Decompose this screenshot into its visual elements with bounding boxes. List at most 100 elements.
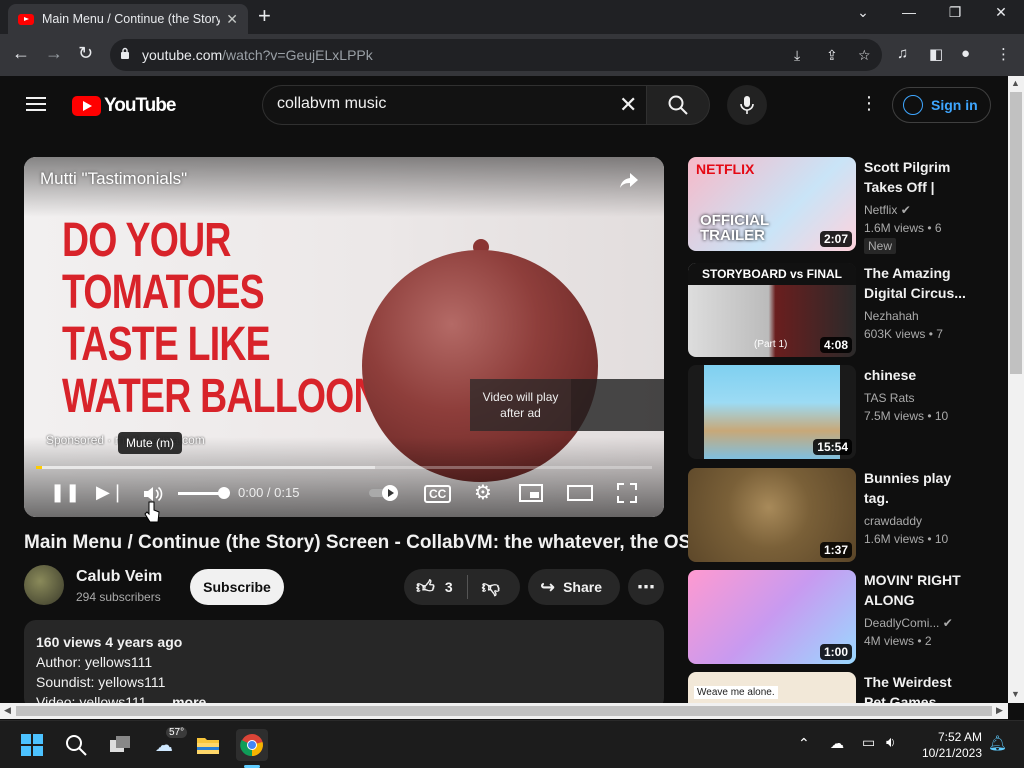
autoplay-toggle-icon[interactable]: [368, 484, 402, 502]
recommendation-thumbnail[interactable]: 1:00: [688, 570, 856, 664]
restore-button[interactable]: ❐: [940, 4, 970, 21]
file-explorer-button[interactable]: [192, 729, 224, 761]
thumb-text: STORYBOARD vs FINAL: [688, 263, 856, 285]
forward-icon[interactable]: →: [45, 43, 63, 64]
like-icon[interactable]: 👍︎: [416, 576, 435, 598]
tab-search-icon[interactable]: ⌄: [848, 4, 878, 21]
search-input[interactable]: [277, 95, 607, 113]
install-icon[interactable]: ⤓: [794, 47, 800, 64]
search-box: ✕: [262, 85, 646, 125]
ad-title[interactable]: Mutti "Tastimonials": [40, 169, 187, 189]
channel-name[interactable]: Calub Veim: [76, 568, 162, 586]
settings-gear-icon[interactable]: ⚙: [474, 480, 492, 505]
show-hidden-icons-icon[interactable]: ⌃: [798, 735, 810, 752]
recommendation-item[interactable]: NETFLIX OFFICIAL TRAILER 2:07 Scott Pilg…: [688, 157, 988, 254]
video-title: Main Menu / Continue (the Story) Screen …: [24, 532, 703, 553]
recommendation-title: Scott Pilgrim Takes Off |: [864, 159, 951, 195]
recommendation-thumbnail[interactable]: Weave me alone.: [688, 672, 856, 703]
start-button[interactable]: [16, 729, 48, 761]
share-button[interactable]: ↪ Share: [528, 569, 620, 605]
recommendation-thumbnail[interactable]: 15:54: [688, 365, 856, 459]
speaker-icon[interactable]: 🔉︎: [886, 734, 895, 751]
channel-avatar[interactable]: [24, 565, 64, 605]
captions-icon[interactable]: CC: [424, 485, 452, 503]
theater-mode-icon[interactable]: [567, 485, 593, 501]
scroll-right-icon[interactable]: ▶: [996, 705, 1003, 716]
recommendation-title: chinese: [864, 367, 917, 383]
minimize-button[interactable]: —: [894, 4, 924, 20]
description-line: Author: yellows111: [36, 654, 153, 670]
duration-badge: 1:37: [819, 542, 852, 558]
clock[interactable]: 7:52 AM 10/21/2023: [906, 729, 982, 761]
recommendation-item[interactable]: 1:00 MOVIN' RIGHT ALONG DeadlyComi... ✔ …: [688, 570, 988, 664]
channel-text: Netflix: [864, 203, 898, 217]
channel-text: DeadlyComi...: [864, 616, 940, 630]
onedrive-icon[interactable]: ☁: [830, 735, 844, 752]
bookmark-star-icon[interactable]: ☆: [858, 47, 871, 64]
account-icon: [903, 95, 923, 115]
back-icon[interactable]: ←: [12, 43, 30, 64]
recommendation-item[interactable]: 15:54 chinese TAS Rats 7.5M views • 10: [688, 365, 988, 459]
new-tab-button[interactable]: +: [258, 3, 271, 29]
recommendation-item[interactable]: STORYBOARD vs FINAL (Part 1) 4:08 The Am…: [688, 263, 988, 357]
miniplayer-icon[interactable]: [519, 484, 543, 502]
recommendation-meta: 7.5M views • 10: [864, 409, 949, 423]
chrome-icon: [240, 734, 263, 757]
media-control-icon[interactable]: ♫: [897, 45, 908, 62]
volume-knob[interactable]: [218, 487, 230, 499]
chrome-taskbar-button[interactable]: [236, 729, 268, 761]
dislike-icon[interactable]: 👎︎: [482, 576, 500, 598]
vertical-scroll-thumb[interactable]: [1010, 92, 1022, 374]
horizontal-scroll-thumb[interactable]: [16, 706, 992, 716]
close-window-button[interactable]: ✕: [986, 4, 1016, 21]
subscribe-button[interactable]: Subscribe: [190, 569, 284, 605]
recommendation-item[interactable]: Weave me alone. The Weirdest Pet Games: [688, 672, 988, 703]
video-player[interactable]: DO YOUR TOMATOES TASTE LIKE WATER BALLOO…: [24, 157, 664, 517]
youtube-header: YouTube ✕ ⋮ Sign in: [0, 76, 1008, 132]
recommendation-meta: 603K views • 7: [864, 327, 943, 341]
like-count[interactable]: 3: [445, 579, 453, 595]
share-page-icon[interactable]: ⇪: [826, 47, 838, 64]
description-box[interactable]: 160 views 4 years ago Author: yellows111…: [24, 620, 664, 710]
browser-tab[interactable]: Main Menu / Continue (the Story ✕: [8, 4, 248, 34]
clear-search-icon[interactable]: ✕: [619, 92, 637, 118]
duration-badge: 1:00: [819, 644, 852, 660]
hamburger-menu-icon[interactable]: [26, 97, 46, 111]
search-taskbar-button[interactable]: [60, 729, 92, 761]
recommendation-channel: Netflix ✔: [864, 203, 974, 217]
scroll-down-icon[interactable]: ▼: [1011, 689, 1020, 699]
verified-icon: ✔: [942, 616, 953, 630]
weather-widget[interactable]: ☁ 57°: [148, 727, 188, 761]
next-icon[interactable]: ▶❘: [96, 482, 125, 503]
description-line: Soundist: yellows111: [36, 674, 166, 690]
url-domain: youtube.com: [142, 47, 223, 63]
more-actions-button[interactable]: ⋯: [628, 569, 664, 605]
voice-search-button[interactable]: [727, 85, 767, 125]
recommendation-thumbnail[interactable]: STORYBOARD vs FINAL (Part 1) 4:08: [688, 263, 856, 357]
recommendation-thumbnail[interactable]: NETFLIX OFFICIAL TRAILER 2:07: [688, 157, 856, 251]
task-view-button[interactable]: [104, 729, 136, 761]
tab-title: Main Menu / Continue (the Story: [42, 12, 221, 26]
progress-bar[interactable]: [36, 466, 652, 469]
side-panel-icon[interactable]: ◧: [929, 45, 943, 63]
close-tab-icon[interactable]: ✕: [226, 11, 238, 28]
share-arrow-icon[interactable]: [618, 171, 640, 191]
recommendation-item[interactable]: 1:37 Bunnies play tag. crawdaddy 1.6M vi…: [688, 468, 988, 562]
fullscreen-icon[interactable]: [617, 483, 637, 503]
scroll-left-icon[interactable]: ◀: [4, 705, 11, 716]
recommendation-thumbnail[interactable]: 1:37: [688, 468, 856, 562]
reload-icon[interactable]: ↻: [78, 43, 93, 64]
sign-in-button[interactable]: Sign in: [892, 87, 991, 123]
recommendation-channel: TAS Rats: [864, 391, 915, 405]
pause-icon[interactable]: ❚❚: [50, 482, 80, 503]
profile-icon[interactable]: ●: [961, 45, 970, 62]
scroll-up-icon[interactable]: ▲: [1011, 78, 1020, 88]
address-bar[interactable]: youtube.com/watch?v=GeujELxLPPk ⤓ ⇪ ☆: [110, 39, 882, 71]
settings-more-icon[interactable]: ⋮: [860, 93, 878, 114]
youtube-logo[interactable]: YouTube: [72, 95, 176, 117]
notification-bell-icon[interactable]: 🔔︎: [988, 734, 1007, 752]
chrome-menu-icon[interactable]: ⋮: [996, 45, 1011, 63]
mouse-cursor-icon: [144, 501, 160, 523]
search-button[interactable]: [646, 85, 710, 125]
network-icon[interactable]: ▭: [862, 734, 875, 751]
